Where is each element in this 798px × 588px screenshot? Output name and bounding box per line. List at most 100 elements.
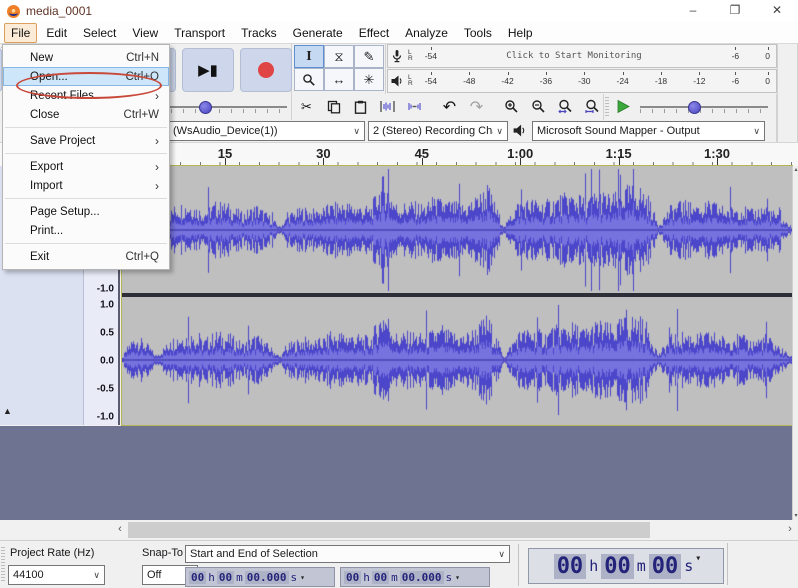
time-shift-tool-button[interactable]: ↔ <box>324 68 354 91</box>
meter-tick-label: -6 <box>731 72 740 86</box>
zoom-selection-button[interactable] <box>553 95 578 118</box>
horizontal-scrollbar[interactable]: ‹ › <box>0 520 798 540</box>
track-area-background[interactable] <box>0 426 792 520</box>
menu-effect[interactable]: Effect <box>352 23 396 43</box>
play-at-speed-button[interactable] <box>612 96 634 116</box>
time-unit-label: m <box>236 570 243 584</box>
play-speed-slider[interactable] <box>640 97 768 117</box>
selection-tool-button[interactable]: I <box>294 45 324 68</box>
scroll-left-button[interactable]: ‹ <box>113 522 127 538</box>
zoom-out-button[interactable] <box>526 95 551 118</box>
magnifier-icon <box>303 73 315 86</box>
selection-start-field[interactable]: 00 h 00 m 00.000 s ▾ <box>185 567 335 587</box>
volume-slider-thumb[interactable] <box>199 101 212 114</box>
meter-tick-label: -36 <box>539 72 553 86</box>
paste-button[interactable] <box>348 95 373 118</box>
time-digit-group[interactable]: 00 <box>601 553 634 579</box>
recording-device-select[interactable]: (WsAudio_Device(1)) ∨ <box>168 121 365 141</box>
record-button[interactable] <box>240 48 292 92</box>
menu-tracks[interactable]: Tracks <box>234 23 284 43</box>
file-menu-item-export[interactable]: Export › <box>3 157 169 176</box>
time-unit-label: h <box>363 570 370 584</box>
time-digit-group[interactable]: 00 <box>189 570 207 584</box>
time-digit-group[interactable]: 00 <box>553 553 587 579</box>
waveform-channel-left[interactable] <box>122 167 792 293</box>
copy-button[interactable] <box>321 95 346 118</box>
silence-audio-button[interactable] <box>402 95 427 118</box>
redo-button[interactable]: ↷ <box>464 95 489 118</box>
toolbar-grip[interactable] <box>1 547 5 583</box>
amplitude-label: -1.0 <box>96 411 114 423</box>
timeline-major-tick <box>520 158 522 166</box>
field-dropdown-icon[interactable]: ▾ <box>455 573 460 582</box>
menu-help[interactable]: Help <box>501 23 540 43</box>
scroll-right-button[interactable]: › <box>783 522 797 538</box>
meter-tick-label: 0 <box>765 72 770 86</box>
undo-button[interactable]: ↶ <box>437 95 462 118</box>
menu-tools[interactable]: Tools <box>457 23 499 43</box>
zoom-tool-button[interactable] <box>294 68 324 91</box>
menu-file[interactable]: File <box>4 22 38 43</box>
timeline-major-tick <box>717 158 718 166</box>
amplitude-label: 0.5 <box>100 327 114 339</box>
track-waveform-area[interactable] <box>121 165 793 426</box>
cut-button[interactable]: ✂ <box>294 95 319 118</box>
menu-view[interactable]: View <box>125 23 165 43</box>
time-digit-group[interactable]: 00.000 <box>399 570 444 584</box>
time-digit-group[interactable]: 00 <box>371 570 390 584</box>
vertical-scrollbar[interactable]: ▴ ▾ <box>792 166 798 520</box>
skip-to-end-button[interactable]: ▶▮ <box>182 48 234 92</box>
titlebar: media_0001 – ❐ ✕ <box>0 0 798 23</box>
menu-analyze[interactable]: Analyze <box>398 23 455 43</box>
selection-end-field[interactable]: 00 h 00 m 00.000 s ▾ <box>340 567 490 587</box>
zoom-in-button[interactable] <box>499 95 524 118</box>
file-menu-item-import[interactable]: Import › <box>3 176 169 195</box>
playback-meter[interactable]: LR -54 -48 -42 -36 -30 -24 -18 -12 -6 0 <box>387 69 777 93</box>
recording-meter[interactable]: LR -54-48-42-36-30-24-18-12-60 Click to … <box>387 44 777 68</box>
file-menu-item-print[interactable]: Print... <box>3 221 169 240</box>
time-digit-group[interactable]: 00.000 <box>244 570 289 584</box>
time-digit-group[interactable]: 00 <box>344 570 362 584</box>
project-rate-select[interactable]: 44100 ∨ <box>8 565 105 585</box>
menu-select[interactable]: Select <box>76 23 123 43</box>
selection-mode-select[interactable]: Start and End of Selection ∨ <box>185 545 510 563</box>
speed-slider-thumb[interactable] <box>688 101 701 114</box>
meter-channel-labels: LR <box>408 73 413 87</box>
menu-transport[interactable]: Transport <box>167 23 232 43</box>
menu-separator <box>5 127 167 128</box>
file-menu-item-exit[interactable]: Exit Ctrl+Q <box>3 247 169 266</box>
trim-audio-button[interactable] <box>375 95 400 118</box>
recording-channels-select[interactable]: 2 (Stereo) Recording Chann∨ <box>368 121 508 141</box>
file-menu-item-page-setup[interactable]: Page Setup... <box>3 202 169 221</box>
time-digit-group[interactable]: 00 <box>216 570 235 584</box>
file-menu-item-new[interactable]: New Ctrl+N <box>3 48 169 67</box>
menu-edit[interactable]: Edit <box>39 23 74 43</box>
multi-tool-button[interactable]: ✳ <box>354 68 384 91</box>
file-menu-item-close[interactable]: Close Ctrl+W <box>3 105 169 124</box>
draw-tool-button[interactable]: ✎ <box>354 45 384 68</box>
file-menu-item-recent-files[interactable]: Recent Files › <box>3 86 169 105</box>
file-menu-item-save-project[interactable]: Save Project › <box>3 131 169 150</box>
monitoring-overlay[interactable]: Click to Start Monitoring <box>442 45 706 67</box>
playback-device-select[interactable]: Microsoft Sound Mapper - Output ∨ <box>532 121 765 141</box>
menu-generate[interactable]: Generate <box>286 23 350 43</box>
submenu-arrow-icon: › <box>155 178 159 193</box>
audio-position-display[interactable]: 00 h 00 m 00 s ▾ <box>528 548 724 584</box>
field-dropdown-icon[interactable]: ▾ <box>300 573 305 582</box>
waveform-channel-right[interactable] <box>122 297 792 423</box>
time-digit-group[interactable]: 00 <box>648 553 682 579</box>
toolbar-grip[interactable] <box>605 97 609 117</box>
minimize-button[interactable]: – <box>672 0 714 22</box>
timeline-major-tick <box>421 158 423 166</box>
paste-icon <box>354 100 367 114</box>
timeline-major-tick <box>618 158 620 166</box>
collapse-track-button[interactable]: ▲ <box>3 406 12 416</box>
file-menu-item-open[interactable]: Open... Ctrl+O <box>3 67 169 86</box>
close-button[interactable]: ✕ <box>756 0 798 22</box>
envelope-tool-button[interactable]: ⧖ <box>324 45 354 68</box>
time-unit-label: s <box>290 570 298 584</box>
maximize-button[interactable]: ❐ <box>714 0 756 22</box>
zoom-project-button[interactable] <box>580 95 605 118</box>
scrollbar-thumb[interactable] <box>128 522 650 538</box>
field-dropdown-icon[interactable]: ▾ <box>695 553 701 564</box>
